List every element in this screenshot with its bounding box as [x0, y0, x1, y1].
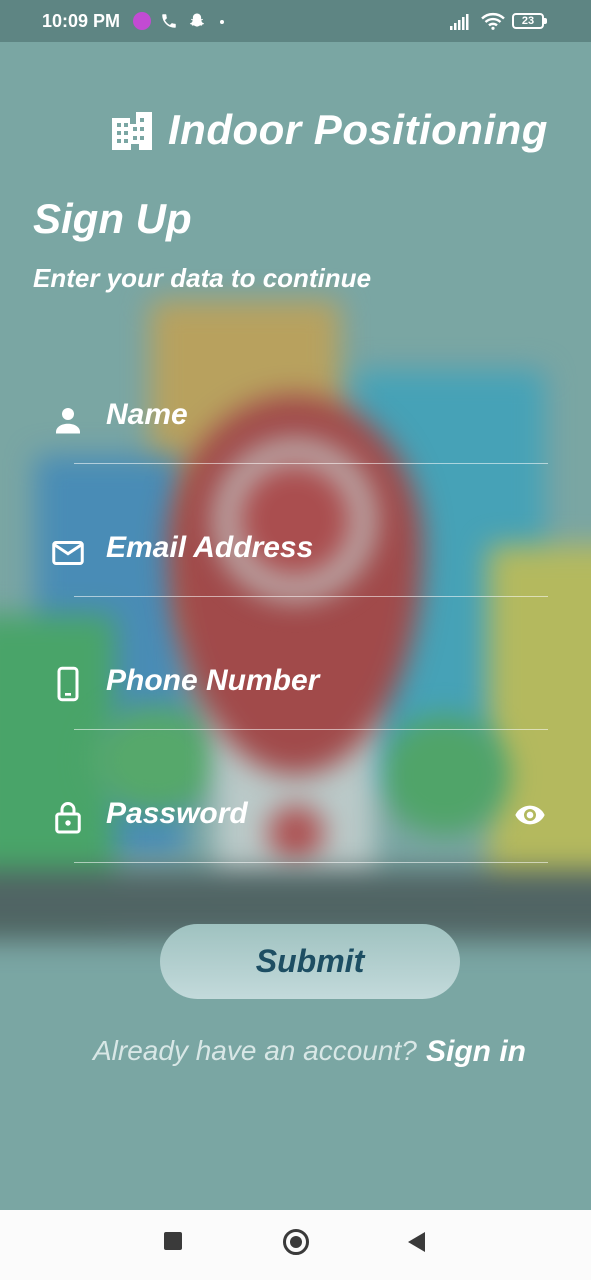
name-placeholder: Name [106, 398, 188, 431]
password-underline [74, 862, 548, 863]
phone-placeholder: Phone Number [106, 664, 320, 697]
recents-button[interactable] [164, 1232, 182, 1250]
password-placeholder: Password [106, 797, 248, 830]
page-subtitle: Enter your data to continue [33, 263, 372, 293]
person-icon [56, 408, 80, 434]
sign-in-link[interactable]: Sign in [426, 1035, 526, 1069]
name-underline [74, 463, 548, 464]
email-underline [74, 596, 548, 597]
already-account-text: Already have an account? [93, 1035, 417, 1066]
mail-icon [52, 541, 84, 565]
back-button[interactable] [408, 1232, 425, 1252]
signup-screen: 10:09 PM 23 Indoor Positioning Sign Up E… [0, 0, 591, 1280]
building-icon [112, 112, 152, 150]
signup-content: Indoor Positioning Sign Up Enter your da… [0, 0, 591, 1210]
password-field[interactable]: Password [50, 783, 548, 863]
app-brand: Indoor Positioning [110, 106, 548, 154]
app-title: Indoor Positioning [168, 106, 548, 153]
phone-underline [74, 729, 548, 730]
submit-button[interactable]: Submit [160, 924, 460, 999]
smartphone-icon [57, 666, 79, 702]
phone-field[interactable]: Phone Number [50, 650, 548, 730]
email-field[interactable]: Email Address [50, 517, 548, 597]
name-field[interactable]: Name [50, 384, 548, 464]
home-button[interactable] [283, 1229, 309, 1255]
email-placeholder: Email Address [106, 531, 314, 564]
page-title: Sign Up [33, 195, 192, 242]
lock-icon [55, 802, 81, 834]
eye-icon[interactable] [512, 799, 548, 831]
navigation-bar [0, 1210, 591, 1280]
